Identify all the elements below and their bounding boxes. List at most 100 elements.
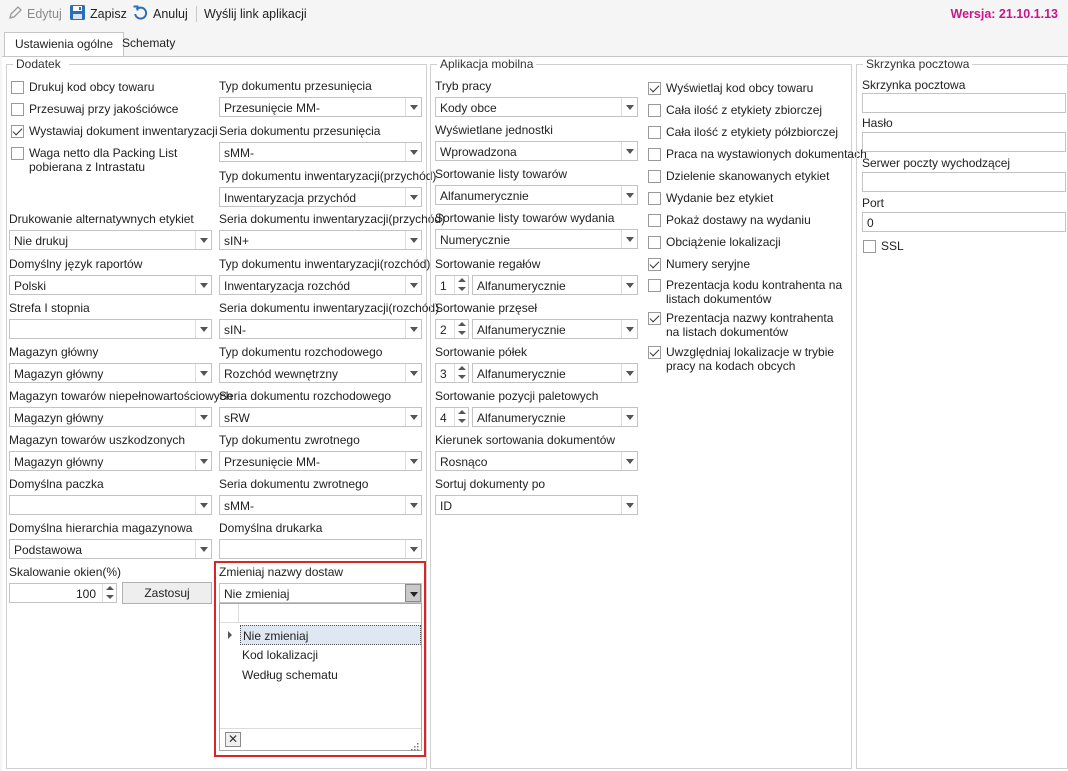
checkbox-location-load[interactable]: Obciążenie lokalizacji <box>648 235 781 249</box>
chevron-down-icon[interactable] <box>405 452 421 470</box>
return-doc-series-combo[interactable]: sMM- <box>219 495 422 515</box>
chevron-down-icon[interactable] <box>195 276 211 294</box>
chevron-down-icon[interactable] <box>195 452 211 470</box>
shelf-sort-combo[interactable]: Alfanumerycznie <box>472 363 638 383</box>
checkbox-show-deliveries-on-issue[interactable]: Pokaż dostawy na wydaniu <box>648 213 811 227</box>
window-scaling-input[interactable]: 100 <box>9 583 117 603</box>
checkbox-box[interactable] <box>648 192 661 205</box>
shift-doc-series-combo[interactable]: sMM- <box>219 142 422 162</box>
checkbox-print-foreign-code[interactable]: Drukuj kod obcy towaru <box>11 80 154 94</box>
work-mode-combo[interactable]: Kody obce <box>435 97 638 117</box>
shelf-sort-order-stepper[interactable]: 3 <box>435 363 469 383</box>
main-warehouse-combo[interactable]: Magazyn główny <box>9 363 212 383</box>
checkbox-box[interactable] <box>11 81 24 94</box>
checkbox-ssl[interactable]: SSL <box>863 239 904 253</box>
chevron-down-icon[interactable] <box>621 230 637 248</box>
rack-sort-order-stepper[interactable]: 1 <box>435 275 469 295</box>
chevron-down-icon[interactable] <box>195 364 211 382</box>
chevron-down-icon[interactable] <box>405 540 421 558</box>
return-doc-type-combo[interactable]: Przesunięcie MM- <box>219 451 422 471</box>
checkbox-shift-quality[interactable]: Przesuwaj przy jakościówce <box>11 102 178 116</box>
tab-general-settings[interactable]: Ustawienia ogólne <box>4 32 125 57</box>
chevron-down-icon[interactable] <box>405 496 421 514</box>
issue-goods-sort-combo[interactable]: Numerycznie <box>435 229 638 249</box>
units-combo[interactable]: Wprowadzona <box>435 141 638 161</box>
checkbox-split-scanned-labels[interactable]: Dzielenie skanowanych etykiet <box>648 169 829 183</box>
damaged-warehouse-combo[interactable]: Magazyn główny <box>9 451 212 471</box>
report-language-combo[interactable]: Polski <box>9 275 212 295</box>
checkbox-contractor-name-lists[interactable]: Prezentacja nazwy kontrahenta na listach… <box>648 311 844 339</box>
chevron-down-icon[interactable] <box>195 496 211 514</box>
chevron-down-icon[interactable] <box>621 186 637 204</box>
checkbox-serial-numbers[interactable]: Numery seryjne <box>648 257 750 271</box>
issue-doc-type-combo[interactable]: Rozchód wewnętrzny <box>219 363 422 383</box>
stepper-icon[interactable] <box>454 276 468 294</box>
save-button[interactable]: Zapisz <box>69 5 127 23</box>
pallet-sort-order-stepper[interactable]: 4 <box>435 407 469 427</box>
span-sort-order-stepper[interactable]: 2 <box>435 319 469 339</box>
chevron-down-icon[interactable] <box>621 452 637 470</box>
chevron-down-icon[interactable] <box>621 364 637 382</box>
port-input[interactable]: 0 <box>862 212 1066 232</box>
checkbox-box[interactable] <box>648 236 661 249</box>
chevron-down-icon[interactable] <box>195 408 211 426</box>
checkbox-box[interactable] <box>648 279 661 292</box>
checkbox-box[interactable] <box>11 147 24 160</box>
chevron-down-icon[interactable] <box>405 320 421 338</box>
smtp-server-input[interactable] <box>862 172 1066 192</box>
checkbox-box[interactable] <box>648 126 661 139</box>
password-input[interactable] <box>862 132 1066 152</box>
chevron-down-icon[interactable] <box>405 143 421 161</box>
checkbox-show-foreign-code[interactable]: Wyświetlaj kod obcy towaru <box>648 81 813 95</box>
chevron-down-icon[interactable] <box>405 188 421 206</box>
checkbox-net-weight-intrastat[interactable]: Waga netto dla Packing List pobierana z … <box>11 146 216 174</box>
chevron-down-icon[interactable] <box>621 496 637 514</box>
checkbox-box[interactable] <box>648 214 661 227</box>
chevron-down-icon[interactable] <box>405 276 421 294</box>
checkbox-box[interactable] <box>863 240 876 253</box>
checkbox-issue-without-labels[interactable]: Wydanie bez etykiet <box>648 191 773 205</box>
stepper-icon[interactable] <box>454 408 468 426</box>
cancel-button[interactable]: Anuluj <box>132 5 188 23</box>
chevron-down-icon[interactable] <box>621 408 637 426</box>
chevron-down-icon[interactable] <box>621 98 637 116</box>
checkbox-issue-inventory-document[interactable]: Wystawiaj dokument inwentaryzacji <box>11 124 218 138</box>
stepper-icon[interactable] <box>454 320 468 338</box>
span-sort-combo[interactable]: Alfanumerycznie <box>472 319 638 339</box>
doc-sort-by-combo[interactable]: ID <box>435 495 638 515</box>
chevron-down-icon[interactable] <box>405 98 421 116</box>
inventory-out-series-combo[interactable]: sIN- <box>219 319 422 339</box>
chevron-down-icon[interactable] <box>621 276 637 294</box>
shift-doc-type-combo[interactable]: Przesunięcie MM- <box>219 97 422 117</box>
chevron-down-icon[interactable] <box>621 320 637 338</box>
goods-sort-combo[interactable]: Alfanumerycznie <box>435 185 638 205</box>
checkbox-box[interactable] <box>648 148 661 161</box>
stepper-icon[interactable] <box>454 364 468 382</box>
default-package-combo[interactable] <box>9 495 212 515</box>
chevron-down-icon[interactable] <box>195 540 211 558</box>
checkbox-box[interactable] <box>11 125 24 138</box>
checkbox-full-qty-collective[interactable]: Cała ilość z etykiety zbiorczej <box>648 103 822 117</box>
chevron-down-icon[interactable] <box>405 364 421 382</box>
apply-button[interactable]: Zastosuj <box>122 582 212 604</box>
stepper-icon[interactable] <box>102 584 116 602</box>
checkbox-box[interactable] <box>648 258 661 271</box>
checkbox-full-qty-semi[interactable]: Cała ilość z etykiety półzbiorczej <box>648 125 838 139</box>
zone-combo[interactable] <box>9 319 212 339</box>
chevron-down-icon[interactable] <box>195 320 211 338</box>
checkbox-box[interactable] <box>648 312 661 325</box>
alt-labels-combo[interactable]: Nie drukuj <box>9 230 212 250</box>
inventory-in-series-combo[interactable]: sIN+ <box>219 230 422 250</box>
mailbox-input[interactable] <box>862 93 1066 113</box>
checkbox-box[interactable] <box>648 346 661 359</box>
tab-schemas[interactable]: Schematy <box>112 32 185 56</box>
checkbox-box[interactable] <box>648 82 661 95</box>
substandard-warehouse-combo[interactable]: Magazyn główny <box>9 407 212 427</box>
inventory-out-type-combo[interactable]: Inwentaryzacja rozchód <box>219 275 422 295</box>
default-printer-combo[interactable] <box>219 539 422 559</box>
checkbox-box[interactable] <box>648 104 661 117</box>
checkbox-work-on-issued-docs[interactable]: Praca na wystawionych dokumentach <box>648 147 867 161</box>
edit-button[interactable]: Edytuj <box>7 5 62 23</box>
chevron-down-icon[interactable] <box>405 408 421 426</box>
checkbox-contractor-code-lists[interactable]: Prezentacja kodu kontrahenta na listach … <box>648 278 844 306</box>
